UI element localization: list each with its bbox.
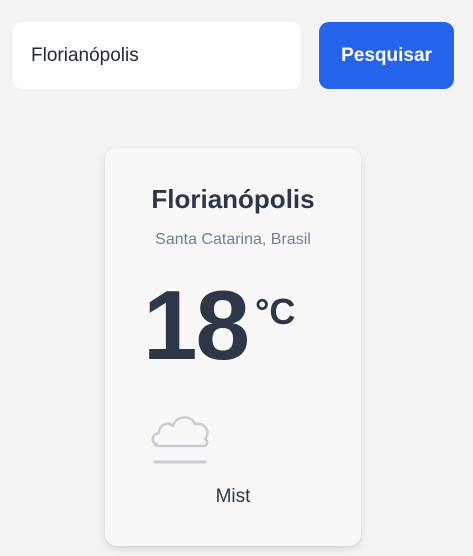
weather-condition: Mist (215, 486, 251, 507)
temperature-unit: °C (255, 291, 296, 332)
search-input[interactable] (13, 22, 301, 89)
temperature-value: 18 (143, 270, 250, 380)
search-button[interactable]: Pesquisar (319, 22, 454, 89)
weather-app: Pesquisar Florianópolis Santa Catarina, … (0, 0, 473, 556)
region-label: Santa Catarina, Brasil (155, 231, 311, 248)
city-name: Florianópolis (151, 184, 315, 214)
mist-cloud-icon (149, 406, 219, 476)
weather-card: Florianópolis Santa Catarina, Brasil 18 … (105, 148, 361, 546)
